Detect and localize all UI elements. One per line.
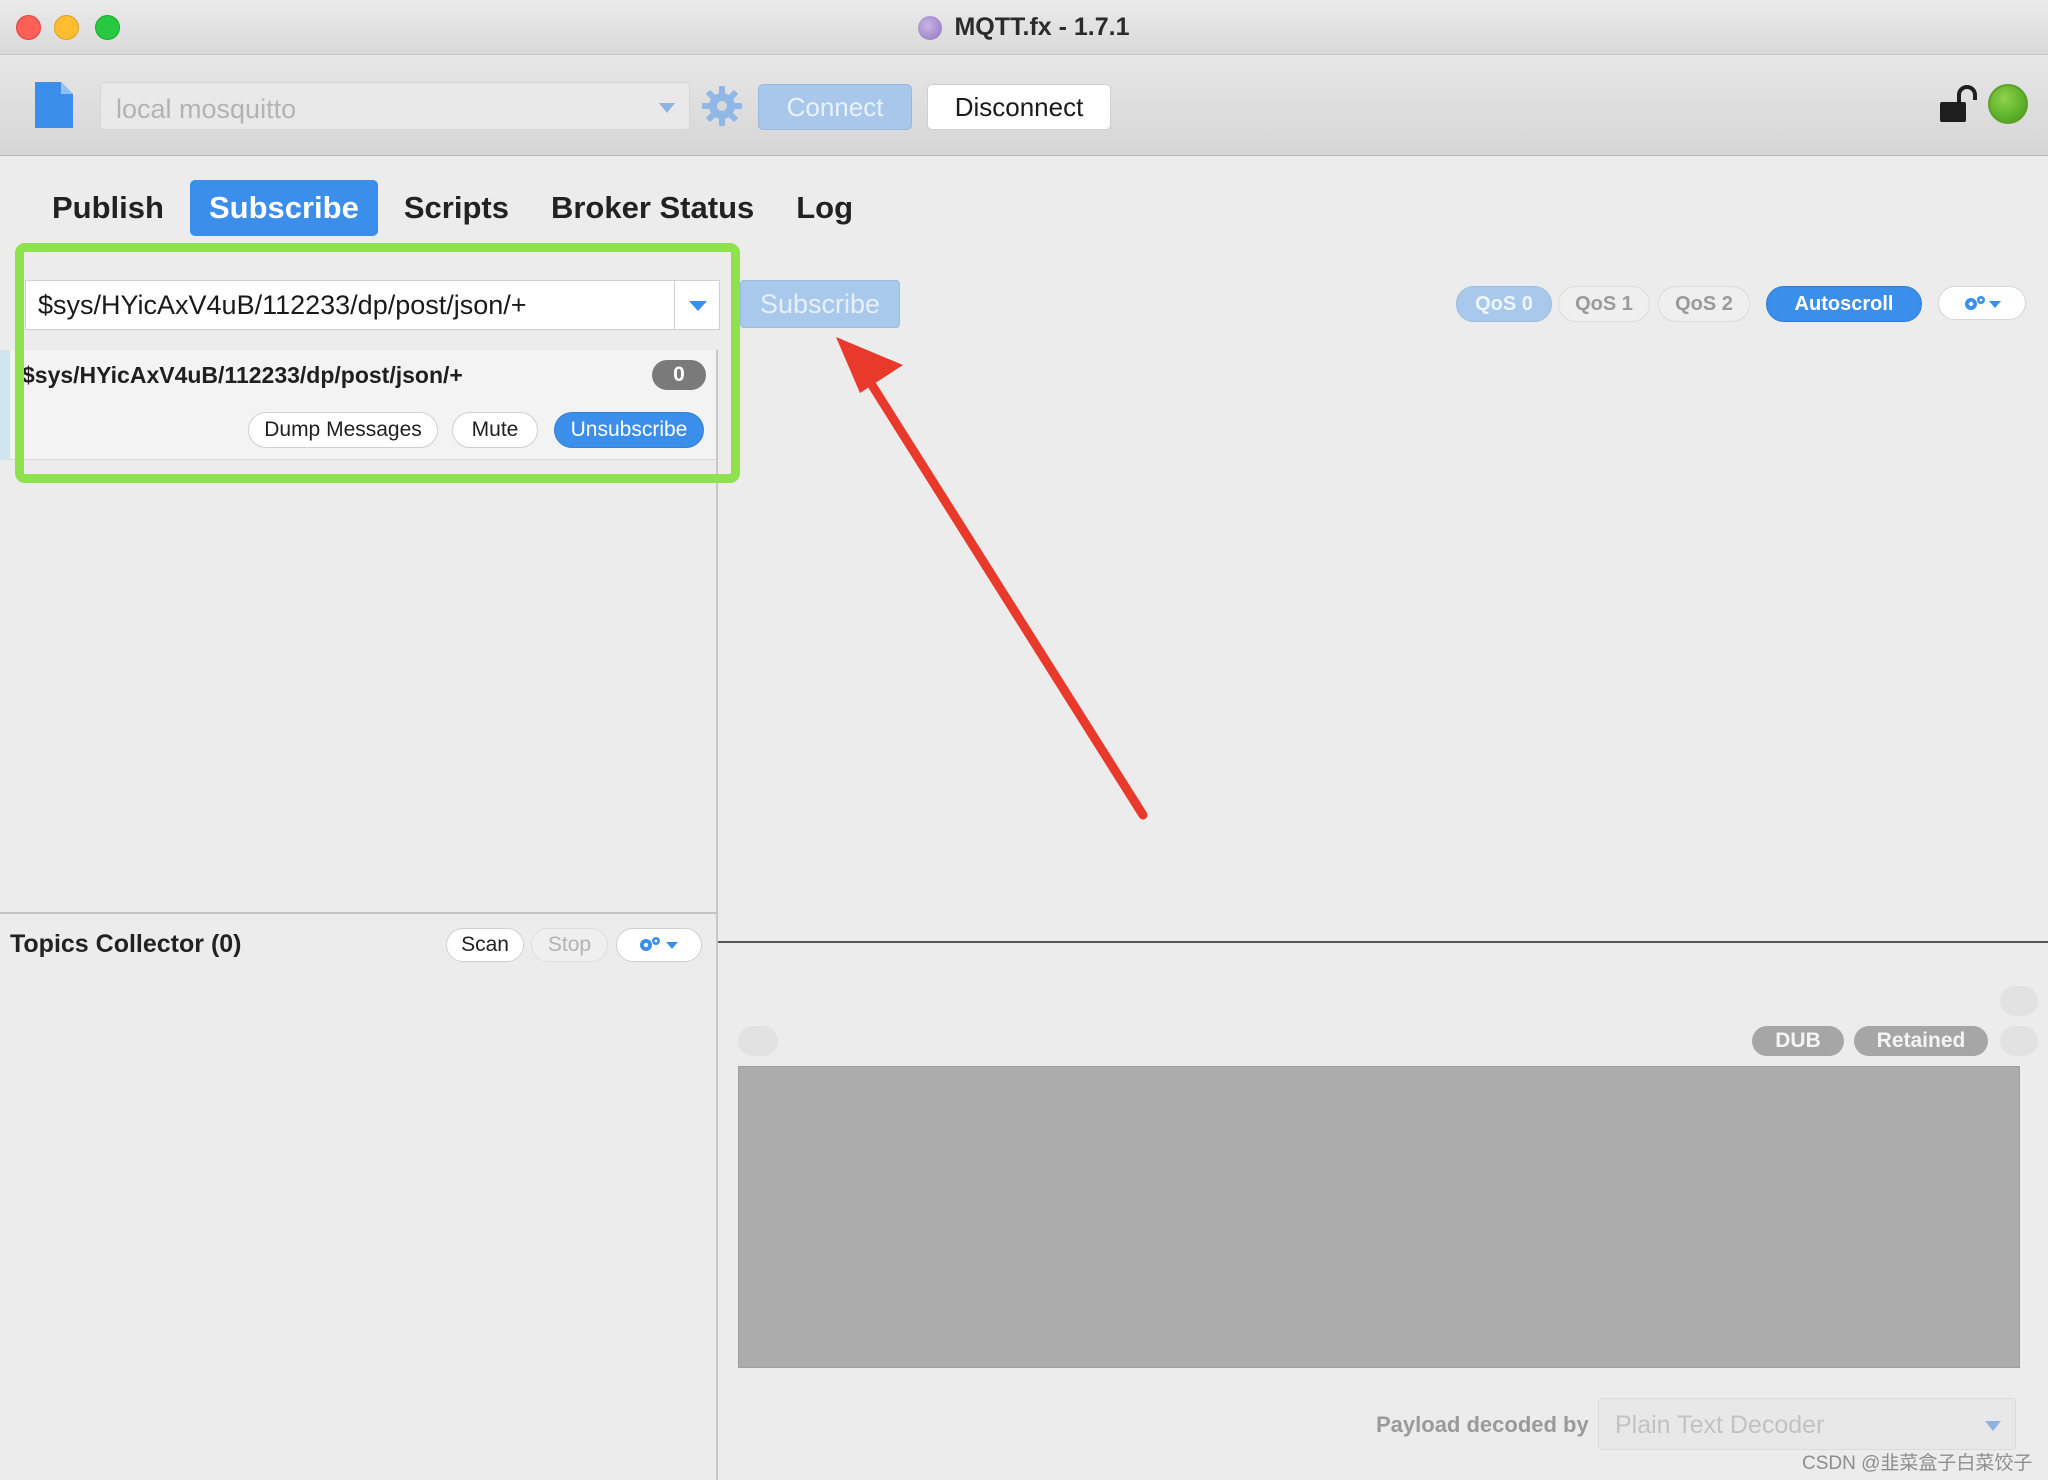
connection-profile-value: local mosquitto	[116, 94, 297, 124]
subscription-list-item[interactable]: $sys/HYicAxV4uB/112233/dp/post/json/+ 0 …	[0, 350, 716, 460]
main-tabs: Publish Subscribe Scripts Broker Status …	[36, 180, 879, 236]
subscription-color-marker	[0, 350, 10, 460]
unsubscribe-button[interactable]: Unsubscribe	[554, 412, 704, 448]
chevron-down-icon	[659, 103, 675, 113]
message-count-badge: 0	[652, 360, 706, 390]
subscribe-topic-combobox[interactable]	[25, 280, 720, 330]
tab-log[interactable]: Log	[780, 180, 869, 236]
gear-dropdown-icon	[640, 937, 678, 951]
qos-1-toggle[interactable]: QoS 1	[1558, 286, 1650, 322]
topics-collector-splitter[interactable]	[0, 912, 718, 914]
connection-status-indicator	[1988, 84, 2028, 124]
payload-viewer[interactable]	[738, 1066, 2020, 1368]
placeholder-pill	[2000, 1026, 2038, 1056]
mqttfx-window: MQTT.fx - 1.7.1 local mosquitto Connect …	[0, 0, 2048, 1480]
dump-messages-button[interactable]: Dump Messages	[248, 412, 438, 448]
window-title: MQTT.fx - 1.7.1	[954, 13, 1130, 41]
title-wrap: MQTT.fx - 1.7.1	[0, 0, 2048, 55]
payload-decoder-select[interactable]: Plain Text Decoder	[1598, 1398, 2016, 1450]
tab-subscribe[interactable]: Subscribe	[189, 180, 378, 236]
dub-flag-badge: DUB	[1752, 1026, 1844, 1056]
payload-decoder-label: Payload decoded by	[1376, 1412, 1589, 1437]
watermark-text: CSDN @韭菜盒子白菜饺子	[1802, 1453, 2033, 1474]
topics-collector-title: Topics Collector (0)	[10, 930, 242, 958]
payload-decoder-value: Plain Text Decoder	[1615, 1411, 1825, 1439]
connection-toolbar: local mosquitto Connect Disconnect	[0, 56, 2048, 156]
qos-0-toggle[interactable]: QoS 0	[1456, 286, 1552, 322]
chevron-down-icon	[689, 301, 707, 311]
connection-settings-gear-icon[interactable]	[700, 84, 744, 128]
subscription-topic-label: $sys/HYicAxV4uB/112233/dp/post/json/+	[22, 362, 463, 388]
subscribe-button[interactable]: Subscribe	[740, 280, 900, 328]
mqttfx-app-icon	[918, 15, 943, 40]
topic-history-dropdown[interactable]	[674, 281, 719, 329]
tab-broker-status[interactable]: Broker Status	[535, 180, 770, 236]
connect-button[interactable]: Connect	[758, 84, 912, 130]
scan-button[interactable]: Scan	[446, 928, 524, 962]
messages-list-area[interactable]	[718, 350, 2048, 942]
edit-profile-document-icon[interactable]	[33, 80, 75, 130]
placeholder-pill	[2000, 986, 2038, 1016]
qos-2-toggle[interactable]: QoS 2	[1658, 286, 1750, 322]
title-bar: MQTT.fx - 1.7.1	[0, 0, 2048, 55]
retained-flag-badge: Retained	[1854, 1026, 1988, 1056]
placeholder-pill	[738, 1026, 778, 1056]
stop-button[interactable]: Stop	[531, 928, 608, 962]
connection-profile-select[interactable]: local mosquitto	[100, 82, 690, 130]
disconnect-button[interactable]: Disconnect	[927, 84, 1111, 130]
tab-scripts[interactable]: Scripts	[388, 180, 525, 236]
topics-collector-settings-button[interactable]	[616, 928, 702, 962]
message-settings-button[interactable]	[1938, 286, 2026, 320]
gear-dropdown-icon	[1965, 296, 2001, 310]
subscribe-topic-input[interactable]	[26, 281, 676, 329]
tab-publish[interactable]: Publish	[36, 180, 180, 236]
autoscroll-toggle[interactable]: Autoscroll	[1766, 286, 1922, 322]
chevron-down-icon	[1985, 1421, 2001, 1431]
unlocked-padlock-icon	[1940, 85, 1977, 122]
mute-button[interactable]: Mute	[452, 412, 538, 448]
